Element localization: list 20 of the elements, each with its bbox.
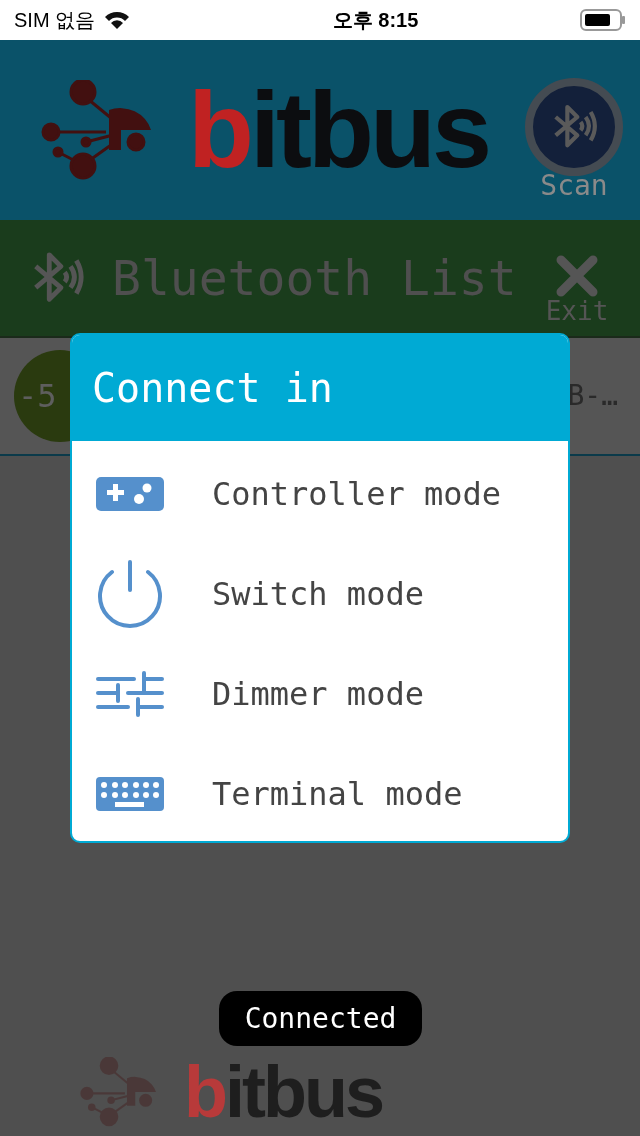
- gamepad-icon: [96, 477, 164, 511]
- close-icon: [555, 254, 599, 298]
- mode-label: Controller mode: [212, 474, 501, 515]
- carrier-label: SIM 없음: [14, 8, 96, 33]
- power-icon: [96, 560, 164, 628]
- keyboard-icon: [96, 777, 164, 811]
- wifi-icon: [103, 9, 132, 31]
- battery-icon: [580, 9, 626, 31]
- mode-label: Switch mode: [212, 574, 424, 615]
- mode-label: Dimmer mode: [212, 674, 424, 715]
- mode-label: Terminal mode: [212, 774, 463, 815]
- mode-option[interactable]: Terminal mode: [72, 744, 568, 841]
- toast-message: Connected: [219, 991, 422, 1046]
- logo-wordmark: bitbus: [188, 76, 488, 184]
- logo-icon: [40, 80, 152, 180]
- mode-option[interactable]: Dimmer mode: [72, 644, 568, 744]
- clock: 오후 8:15: [332, 8, 419, 33]
- mode-option[interactable]: Switch mode: [72, 544, 568, 644]
- sliders-icon: [96, 671, 164, 717]
- mode-option[interactable]: Controller mode: [72, 444, 568, 544]
